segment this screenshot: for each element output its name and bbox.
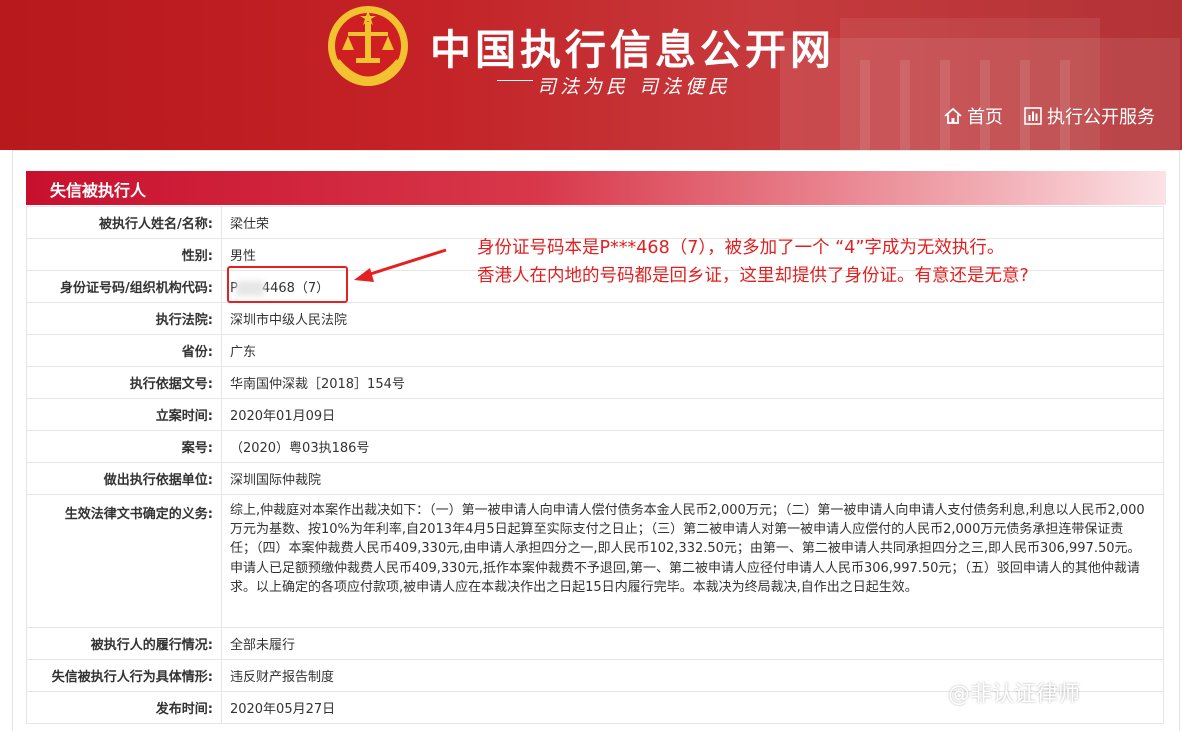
filing-date-label: 立案时间: <box>26 398 222 431</box>
basis-unit-value: 深圳国际仲裁院 <box>220 462 1165 495</box>
banner-column <box>900 60 910 150</box>
basis-doc-label: 执行依据文号: <box>26 366 222 399</box>
annotation-line-2: 香港人在内地的号码都是回乡证，这里却提供了身份证。有意还是无意? <box>477 266 1029 286</box>
section-header: 失信被执行人 <box>26 171 1166 205</box>
nav-home-label: 首页 <box>967 107 1003 128</box>
watermark-text: @非认证律师 <box>948 682 1081 707</box>
banner-column <box>860 60 870 150</box>
annotation-line-1: 身份证号码本是P***468（7），被多加了一个 “4”字成为无效执行。 <box>477 238 1005 258</box>
site-title: 中国执行信息公开网 <box>430 26 835 74</box>
table-row: 生效法律文书确定的义务: 综上,仲裁庭对本案作出裁决如下：（一）第一被申请人向申… <box>26 494 1165 628</box>
nav-service-label: 执行公开服务 <box>1047 107 1155 128</box>
obligation-value: 综上,仲裁庭对本案作出裁决如下：（一）第一被申请人向申请人偿付债务本金人民币2,… <box>220 494 1165 628</box>
gender-label: 性别: <box>26 238 222 271</box>
case-number-label: 案号: <box>26 430 222 463</box>
table-row: 执行法院: 深圳市中级人民法院 <box>26 302 1165 335</box>
annotation-arrow-icon <box>354 248 447 282</box>
situation-label: 失信被执行人行为具体情形: <box>26 659 222 692</box>
nav-home[interactable]: 首页 <box>943 103 1003 129</box>
court-emblem-logo <box>328 6 408 86</box>
home-icon <box>944 107 962 124</box>
province-value: 广东 <box>220 334 1165 367</box>
province-label: 省份: <box>26 334 222 367</box>
court-label: 执行法院: <box>26 302 222 335</box>
performance-label: 被执行人的履行情况: <box>26 627 222 660</box>
site-slogan: 司法为民 司法便民 <box>537 76 732 98</box>
court-value: 深圳市中级人民法院 <box>220 302 1165 335</box>
table-row: 做出执行依据单位: 深圳国际仲裁院 <box>26 462 1165 495</box>
table-row: 省份: 广东 <box>26 334 1165 367</box>
basis-doc-value: 华南国仲深裁［2018］154号 <box>220 366 1165 399</box>
table-row: 执行依据文号: 华南国仲深裁［2018］154号 <box>26 366 1165 399</box>
case-number-value: （2020）粤03执186号 <box>220 430 1165 463</box>
performance-value: 全部未履行 <box>220 627 1165 660</box>
publish-date-label: 发布时间: <box>26 691 222 724</box>
table-row: 立案时间: 2020年01月09日 <box>26 398 1165 431</box>
nav-execution-service[interactable]: 执行公开服务 <box>1023 103 1155 129</box>
bar-chart-icon <box>1024 107 1042 125</box>
filing-date-value: 2020年01月09日 <box>220 398 1165 431</box>
header-banner: 中国执行信息公开网 司法为民 司法便民 首页 执行公开服务 <box>0 0 1182 150</box>
name-label: 被执行人姓名/名称: <box>26 206 222 239</box>
obligation-label: 生效法律文书确定的义务: <box>26 494 222 628</box>
section-title: 失信被执行人 <box>50 181 147 200</box>
id-number-label: 身份证号码/组织机构代码: <box>26 270 222 303</box>
slogan-divider <box>497 80 533 81</box>
annotation-highlight-box <box>227 266 348 303</box>
watermark: @非认证律师 <box>948 676 1080 708</box>
table-row: 案号: （2020）粤03执186号 <box>26 430 1165 463</box>
table-row: 被执行人的履行情况: 全部未履行 <box>26 627 1165 660</box>
basis-unit-label: 做出执行依据单位: <box>26 462 222 495</box>
